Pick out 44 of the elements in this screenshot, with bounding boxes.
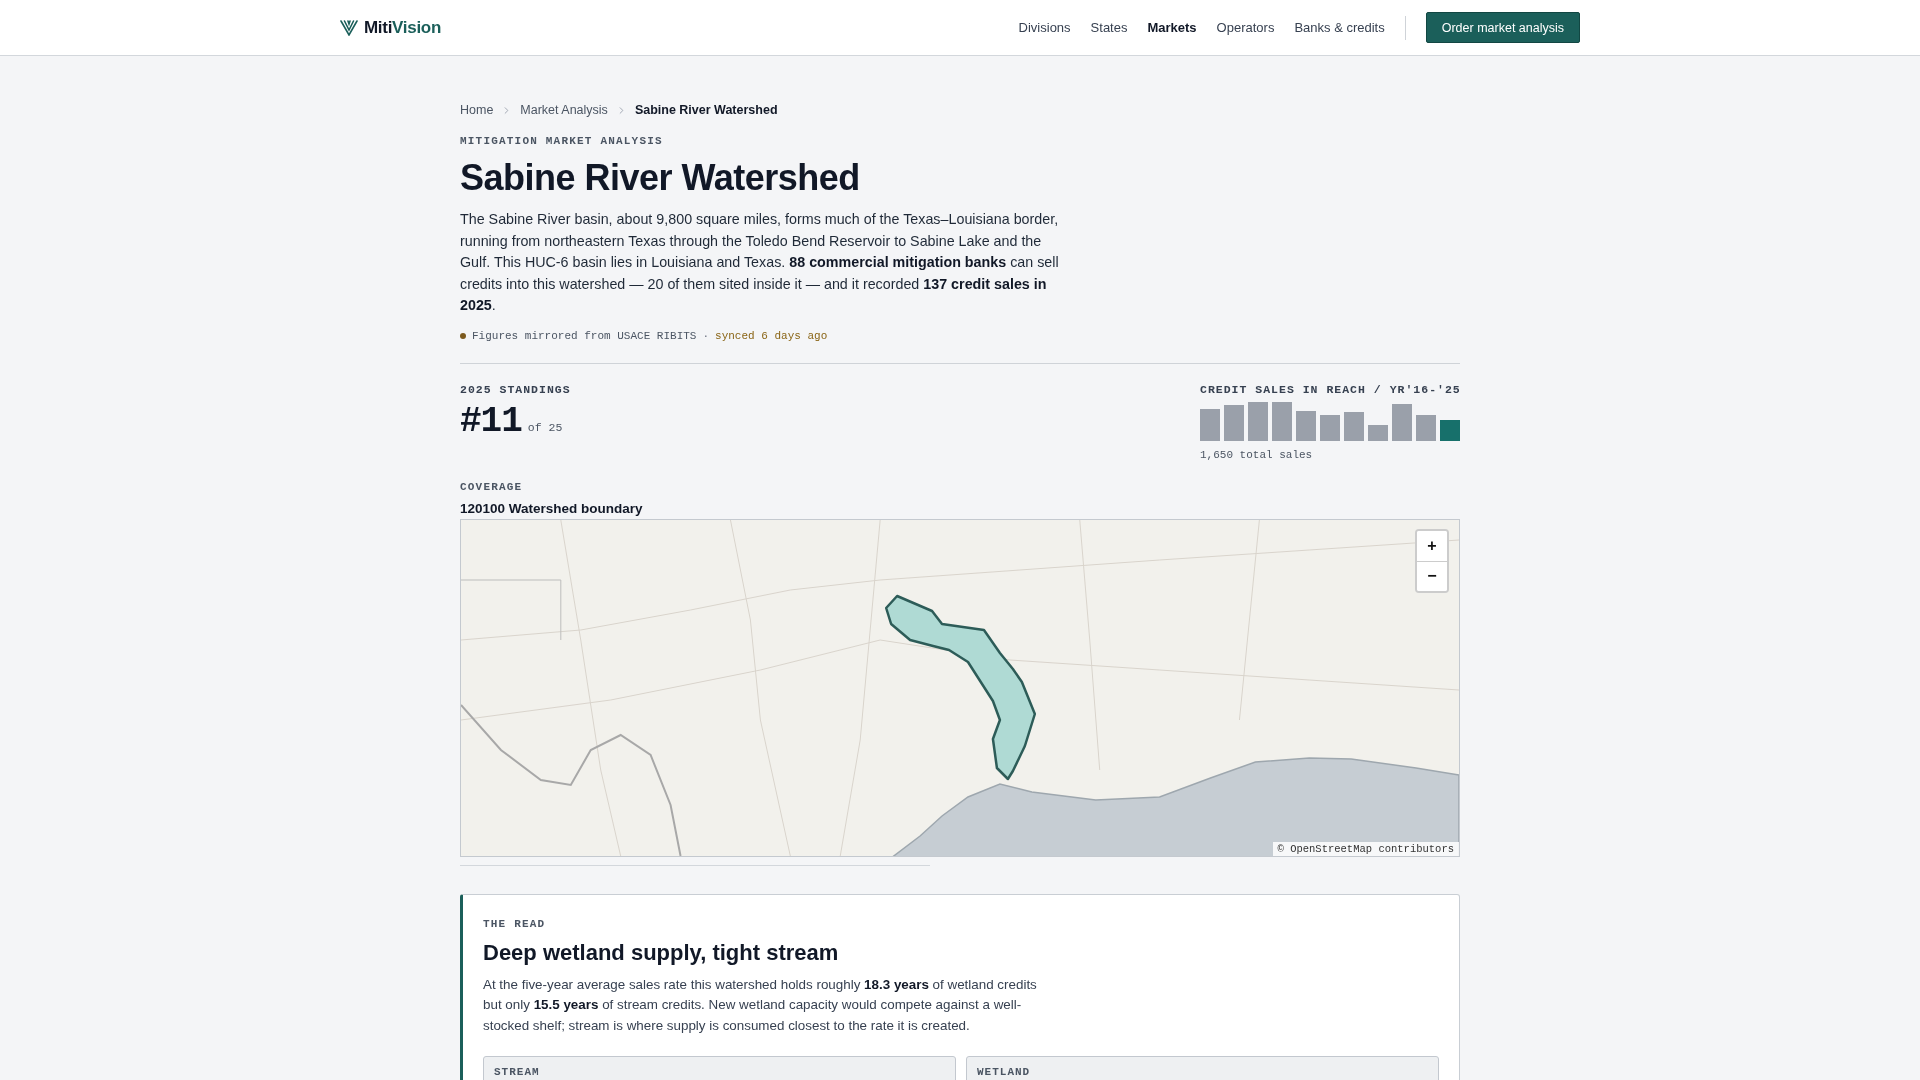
sales-chart-title: CREDIT SALES IN REACH / YR xyxy=(1200,382,1406,397)
coverage-title: 120100 Watershed boundary xyxy=(460,500,644,516)
rank-total: of 25 xyxy=(527,420,563,434)
nav-link[interactable]: Markets xyxy=(1147,20,1197,35)
map-background[interactable]: + − © OpenStreetMap contributors xyxy=(460,518,1460,857)
sync-status: synced 6 days ago xyxy=(715,329,828,342)
sales-bar xyxy=(1320,414,1340,441)
separator-dot: · xyxy=(702,329,710,342)
read-paragraph: At the five-year average sales rate this watershed holds roughly 18.3 years of wetland credits but only 15.5 years of stream credits. New wetland capacity would compete against a well-stocked shelf; stream is where supply is consumed closest to the rate it is created. xyxy=(483,975,1038,1035)
logo-icon xyxy=(340,19,358,36)
order-analysis-button[interactable]: Order market analysis xyxy=(1425,12,1580,43)
sales-bar xyxy=(1368,424,1388,441)
breadcrumb-link[interactable]: Market Analysis xyxy=(520,103,608,117)
year-range: '16-'25 xyxy=(1405,382,1461,397)
section-eyebrow: MITIGATION MARKET ANALYSIS xyxy=(460,134,664,148)
sales-bar xyxy=(1296,410,1316,441)
sales-bar xyxy=(1224,404,1244,441)
sales-bar xyxy=(1344,411,1364,441)
logo-wordmark[interactable]: MitiVision xyxy=(364,17,441,38)
sales-bar xyxy=(1440,419,1460,441)
supply-panel: WETLAND xyxy=(966,1056,1439,1080)
read-title: Deep wetland supply, tight stream xyxy=(483,938,840,967)
breadcrumb-link[interactable]: Home xyxy=(460,103,494,117)
read-eyebrow: THE READ xyxy=(483,916,547,931)
nav-link[interactable]: States xyxy=(1090,20,1128,35)
sales-bar xyxy=(1416,414,1436,441)
sales-bar xyxy=(1272,401,1292,441)
nav-link[interactable]: Banks & credits xyxy=(1294,20,1385,35)
standings-label: 2025 STANDINGS xyxy=(460,382,571,397)
nav-link[interactable]: Divisions xyxy=(1018,20,1071,35)
page-title: Sabine River Watershed xyxy=(460,156,861,200)
source-note: Figures mirrored from USACE RIBITS xyxy=(472,329,697,342)
sales-bar xyxy=(1200,408,1220,441)
breadcrumb-current[interactable]: Sabine River Watershed xyxy=(634,103,778,117)
status-dot-icon xyxy=(460,332,466,339)
coverage-label: COVERAGE xyxy=(460,479,524,494)
description-paragraph: The Sabine River basin, about 9,800 square miles, forms much of the Texas–Louisiana border, running from northeastern Texas through the Toledo Bend Reservoir to Sabine Lake and the Gulf. This HUC-6 basin lies in Louisiana and Texas. 88 commercial mitigation banks can sell credits into this watershed — 20 of them sited inside it — and it recorded 137 credit sales in 2025. xyxy=(460,210,1060,316)
rank-value: #11 xyxy=(460,401,522,442)
sales-bar xyxy=(1248,401,1268,441)
total-sales: 1,650 total sales xyxy=(1200,448,1314,461)
sales-bar xyxy=(1392,403,1412,441)
zoom-out-button[interactable]: − xyxy=(1417,560,1447,591)
nav-link[interactable]: Operators xyxy=(1216,20,1275,35)
supply-panel: STREAM xyxy=(483,1056,956,1080)
